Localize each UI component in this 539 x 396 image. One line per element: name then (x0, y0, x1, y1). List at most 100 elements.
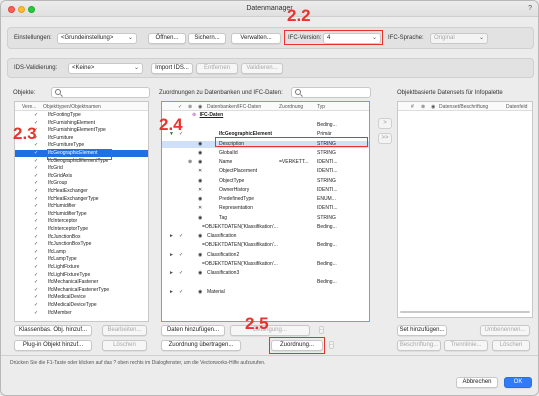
object-row[interactable]: ✓ IfcMember (15, 310, 148, 317)
mapping-tree[interactable]: ✓ ⊗ ◉ Datenbanken/IFC-Daten Zuordnung Ty… (161, 101, 370, 322)
checkmark-icon[interactable]: ✓ (34, 180, 38, 187)
mapping-minus-button[interactable]: − (319, 326, 324, 334)
validieren-button[interactable]: Validieren... (241, 63, 283, 74)
object-row[interactable]: ✓ IfcInterceptorType (15, 226, 148, 233)
checkmark-icon[interactable]: ✓ (34, 150, 38, 157)
add-to-set-button[interactable]: > (378, 118, 392, 129)
mapping-row[interactable]: ► ✓ ◉ Classification3 (162, 270, 369, 277)
ifc-sprache-select[interactable]: Original ⌄ (430, 33, 488, 44)
object-row[interactable]: ✓ IfcHumidifierType (15, 211, 148, 218)
trennlinie-button[interactable]: Trennlinie... (444, 340, 488, 351)
object-row[interactable]: ✓ IfcMedicalDevice (15, 294, 148, 301)
mapping-search-input[interactable] (291, 87, 371, 98)
visibility-icon[interactable]: ◉ (198, 196, 202, 203)
visibility-icon[interactable]: ✕ (198, 187, 202, 194)
visibility-icon[interactable]: ◉ (198, 215, 202, 222)
col-typ-header[interactable]: Typ (317, 104, 325, 110)
mapping-row[interactable]: =OBJEKTDATEN('Klassifikation'... Beding..… (162, 261, 369, 268)
object-row[interactable]: ✓ IfcLightFixtureType (15, 272, 148, 279)
ok-button[interactable]: OK (504, 377, 532, 388)
mapping-row[interactable]: Beding... (162, 122, 369, 129)
col-vere-header[interactable]: Vere... (22, 104, 36, 110)
mapping-row[interactable]: ◉ PredefinedType ENUM... (162, 196, 369, 203)
visibility-icon[interactable]: ◉ (198, 252, 202, 259)
mapping-row[interactable]: =OBJEKTDATEN('Klassifikation'... Beding..… (162, 242, 369, 249)
checkmark-icon[interactable]: ✓ (34, 264, 38, 271)
objects-search-input[interactable] (51, 87, 150, 98)
psets-loeschen-button[interactable]: Löschen (492, 340, 530, 351)
object-row[interactable]: ✓ IfcHumidifier (15, 203, 148, 210)
checkmark-icon[interactable]: ✓ (34, 294, 38, 301)
disclosure-arrow-icon[interactable]: ► (169, 289, 174, 296)
umbenennen-button[interactable]: Umbenennen... (480, 325, 530, 336)
add-all-to-set-button[interactable]: >> (378, 133, 392, 144)
ifc-daten-node[interactable]: ⊛ IFC-Daten (192, 112, 223, 120)
object-row[interactable]: ✓ IfcJunctionBox (15, 234, 148, 241)
plugin-button[interactable]: Plug-in Objekt hinzuf... (14, 340, 92, 351)
help-icon[interactable]: ? (528, 5, 532, 12)
object-row[interactable]: ✓ IfcInterceptor (15, 218, 148, 225)
object-row[interactable]: ✓ IfcMedicalDeviceType (15, 302, 148, 309)
checkmark-icon[interactable]: ✓ (34, 302, 38, 309)
checkmark-icon[interactable]: ✓ (34, 287, 38, 294)
object-row[interactable]: ✓ IfcGroup (15, 180, 148, 187)
checkmark-icon[interactable]: ✓ (34, 218, 38, 225)
mapping-row[interactable]: ✕ ObjectPlacement IDENTI... (162, 168, 369, 175)
disclosure-arrow-icon[interactable]: ► (169, 270, 174, 277)
disclosure-arrow-icon[interactable]: ► (169, 233, 174, 240)
object-row[interactable]: ✓ IfcMechanicalFastener (15, 279, 148, 286)
checkmark-icon[interactable]: ✓ (34, 165, 38, 172)
visibility-icon[interactable]: ✕ (198, 168, 202, 175)
mapping-row[interactable]: Beding... (162, 279, 369, 286)
bedingung-button[interactable]: Bedingung... (230, 325, 310, 336)
object-row[interactable]: ✓ IfcLightFixture (15, 264, 148, 271)
einstellungen-select[interactable]: <Grundeinstellung> ⌄ (57, 33, 137, 44)
col-zu-header[interactable]: Zuordnung (279, 104, 303, 110)
checkmark-icon[interactable]: ✓ (34, 234, 38, 241)
checkmark-icon[interactable]: ✓ (34, 279, 38, 286)
zuordnung-uebertragen-button[interactable]: Zuordnung übertragen... (161, 340, 241, 351)
ids-select[interactable]: <Keine> ⌄ (68, 63, 143, 74)
checkmark-icon[interactable]: ✓ (34, 112, 38, 119)
visibility-icon[interactable]: ◉ (198, 150, 202, 157)
import-ids-button[interactable]: Import IDS... (151, 63, 193, 74)
checkmark-icon[interactable]: ✓ (34, 203, 38, 210)
checkmark-icon[interactable]: ✓ (34, 241, 38, 248)
mapping-row[interactable]: ◉ GlobalId STRING (162, 150, 369, 157)
mapping-row[interactable]: ► ✓ ◉ Classification (162, 233, 369, 240)
mapping-row[interactable]: ✕ Representation IDENTI... (162, 205, 369, 212)
checkmark-icon[interactable]: ✓ (34, 226, 38, 233)
checkmark-icon[interactable]: ✓ (34, 256, 38, 263)
col-type-header[interactable]: Objekttypen/Objektnamen (43, 104, 101, 110)
object-row[interactable]: ✓ IfcGridAxis (15, 173, 148, 180)
abbrechen-button[interactable]: Abbrechen (456, 377, 498, 388)
object-row[interactable]: ✓ IfcHeatExchangerType (15, 196, 148, 203)
mapping-row[interactable]: =OBJEKTDATEN('Klassifikation'... Beding..… (162, 224, 369, 231)
mapping-row[interactable]: ► ✓ ◉ Material (162, 289, 369, 296)
mapping-row[interactable]: ◉ ObjectType STRING (162, 178, 369, 185)
object-row[interactable]: ✓ IfcLamp (15, 249, 148, 256)
object-row[interactable]: ✓ IfcJunctionBoxType (15, 241, 148, 248)
object-row[interactable]: ✓ IfcLampType (15, 256, 148, 263)
mapping-row[interactable]: ⊗ ◉ Name =VERKETT... IDENTI... (162, 159, 369, 166)
oeffnen-button[interactable]: Öffnen... (148, 33, 186, 44)
col-db-header[interactable]: Datenbanken/IFC-Daten (207, 104, 261, 110)
checkmark-icon[interactable]: ✓ (34, 142, 38, 149)
checkmark-icon[interactable]: ✓ (34, 158, 38, 165)
mapping-row[interactable]: ◉ Tag STRING (162, 215, 369, 222)
visibility-icon[interactable]: ◉ (198, 141, 202, 148)
object-row[interactable]: ✓ IfcFootingType (15, 112, 148, 119)
checkmark-icon[interactable]: ✓ (34, 196, 38, 203)
set-hinzufuegen-button[interactable]: Set hinzufügen... (397, 325, 447, 336)
entfernen-button[interactable]: Entfernen (196, 63, 238, 74)
verwalten-button[interactable]: Verwalten... (231, 33, 281, 44)
sichern-button[interactable]: Sichern... (188, 33, 226, 44)
zuordnung-minus-button[interactable]: − (329, 341, 334, 349)
daten-hinzufuegen-button[interactable]: Daten hinzufügen... (161, 325, 225, 336)
klassenbas-button[interactable]: Klassenbas. Obj. hinzuf... (14, 325, 92, 336)
checkmark-icon[interactable]: ✓ (34, 249, 38, 256)
checkmark-icon[interactable]: ✓ (179, 270, 183, 277)
mapping-row[interactable]: ✕ OwnerHistory IDENTI... (162, 187, 369, 194)
objects-loeschen-button[interactable]: Löschen (102, 340, 147, 351)
object-row[interactable]: ✓ IfcGrid (15, 165, 148, 172)
